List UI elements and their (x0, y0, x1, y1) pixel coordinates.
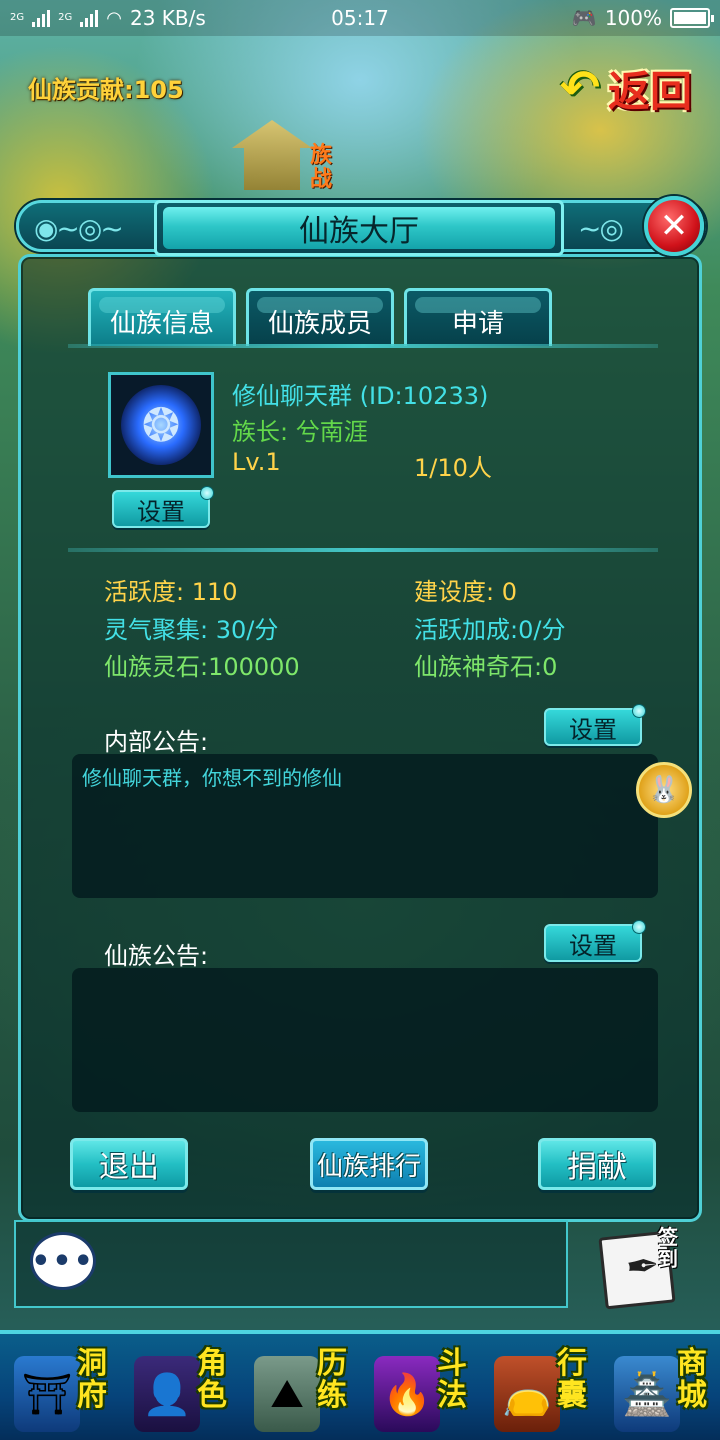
clan-notice-settings-button[interactable]: 设置 (544, 920, 646, 962)
panel-title: 仙族大厅 (163, 207, 555, 249)
stat-activity-bonus: 活跃加成:0/分 (414, 616, 566, 644)
stat-construction: 建设度: 0 (414, 578, 517, 606)
gamepad-icon: 🎮 (571, 6, 597, 30)
tab-clan-members[interactable]: 仙族成员 (246, 288, 394, 346)
wifi-icon: ◠ (106, 7, 122, 29)
clan-contribution: 仙族贡献:105 (28, 76, 184, 104)
brush-icon: ✒ (623, 1242, 662, 1292)
battery-percent: 100% (604, 6, 662, 30)
info-divider (68, 548, 658, 552)
gem-icon (200, 486, 214, 500)
nav-cave[interactable]: ⛩ 洞府 (0, 1338, 120, 1438)
clan-member-count: 1/10人 (414, 454, 492, 482)
stat-aura: 灵气聚集: 30/分 (104, 616, 279, 644)
checkin-label: 签到 (658, 1225, 678, 1271)
tab-label: 仙族成员 (267, 309, 372, 339)
clan-ranking-button[interactable]: 仙族排行 (310, 1138, 428, 1190)
settings-label: 设置 (569, 715, 617, 744)
nav-character[interactable]: 👤 角色 (120, 1338, 240, 1438)
nav-label: 斗法 (437, 1346, 467, 1413)
gem-icon (632, 704, 646, 718)
network-type-1: 2G (10, 12, 25, 23)
clan-name: 修仙聊天群 (ID:10233) (232, 382, 489, 410)
tab-divider (68, 344, 658, 348)
back-button[interactable]: ↶ 返回 (552, 58, 708, 118)
chat-bubble-icon[interactable]: ••• (30, 1232, 96, 1290)
clan-emblem: ❂ (108, 372, 214, 478)
network-speed: 23 KB/s (129, 6, 206, 30)
clan-level: Lv.1 (232, 448, 281, 476)
donate-label: 捐献 (567, 1150, 627, 1185)
stat-spirit-stones: 仙族灵石:100000 (104, 653, 300, 681)
internal-notice-settings-button[interactable]: 设置 (544, 704, 646, 746)
quit-label: 退出 (99, 1150, 159, 1185)
back-label: 返回 (608, 66, 693, 116)
battery-icon (670, 8, 714, 28)
spirit-emblem-icon: ❂ (121, 385, 201, 465)
ranking-label: 仙族排行 (316, 1151, 421, 1182)
tab-label: 仙族信息 (109, 309, 214, 339)
clan-war-label[interactable]: 族战 (310, 144, 340, 192)
status-bar: 2G 2G ◠ 23 KB/s 05:17 🎮 100% (0, 0, 720, 36)
internal-notice-box: 修仙聊天群，你想不到的修仙 (72, 754, 658, 898)
close-button[interactable]: ✕ (644, 196, 704, 256)
tab-label: 申请 (451, 309, 504, 339)
settings-label: 设置 (137, 497, 185, 526)
nav-label: 历练 (317, 1346, 347, 1413)
nav-label: 商城 (677, 1346, 707, 1413)
emblem-settings-button[interactable]: 设置 (112, 486, 214, 528)
network-type-2: 2G (58, 12, 73, 23)
nav-bag[interactable]: 👝 行囊 (480, 1338, 600, 1438)
clan-leader: 族长: 兮南涯 (232, 418, 368, 446)
signal-icon (32, 9, 51, 27)
nav-label: 洞府 (77, 1346, 107, 1413)
internal-notice-text: 修仙聊天群，你想不到的修仙 (82, 766, 342, 790)
cloud-ornament-left-icon: ◉~◎~ (34, 212, 124, 245)
nav-shop[interactable]: 🏯 商城 (600, 1338, 720, 1438)
panel-title-box: 仙族大厅 (154, 200, 564, 256)
donate-button[interactable]: 捐献 (538, 1138, 656, 1190)
signal-icon-2 (80, 9, 99, 27)
quit-clan-button[interactable]: 退出 (70, 1138, 188, 1190)
internal-notice-label: 内部公告: (104, 728, 209, 756)
settings-label: 设置 (569, 931, 617, 960)
chat-bar[interactable] (14, 1220, 568, 1308)
tab-applications[interactable]: 申请 (404, 288, 552, 346)
nav-battle[interactable]: 🔥 斗法 (360, 1338, 480, 1438)
assistant-mascot-icon[interactable]: 🐰 (636, 762, 692, 818)
clan-notice-box (72, 968, 658, 1112)
stat-magic-stones: 仙族神奇石:0 (414, 653, 558, 681)
clan-notice-label: 仙族公告: (104, 942, 209, 970)
nav-label: 角色 (197, 1346, 227, 1413)
nav-training[interactable]: ⛰ 历练 (240, 1338, 360, 1438)
stat-activity: 活跃度: 110 (104, 578, 238, 606)
gem-icon (632, 920, 646, 934)
daily-checkin-button[interactable]: ✒ 签到 (596, 1226, 688, 1310)
nav-label: 行囊 (557, 1346, 587, 1413)
return-arrow-icon: ↶ (559, 60, 601, 116)
close-icon: ✕ (659, 206, 689, 246)
tab-clan-info[interactable]: 仙族信息 (88, 288, 236, 346)
